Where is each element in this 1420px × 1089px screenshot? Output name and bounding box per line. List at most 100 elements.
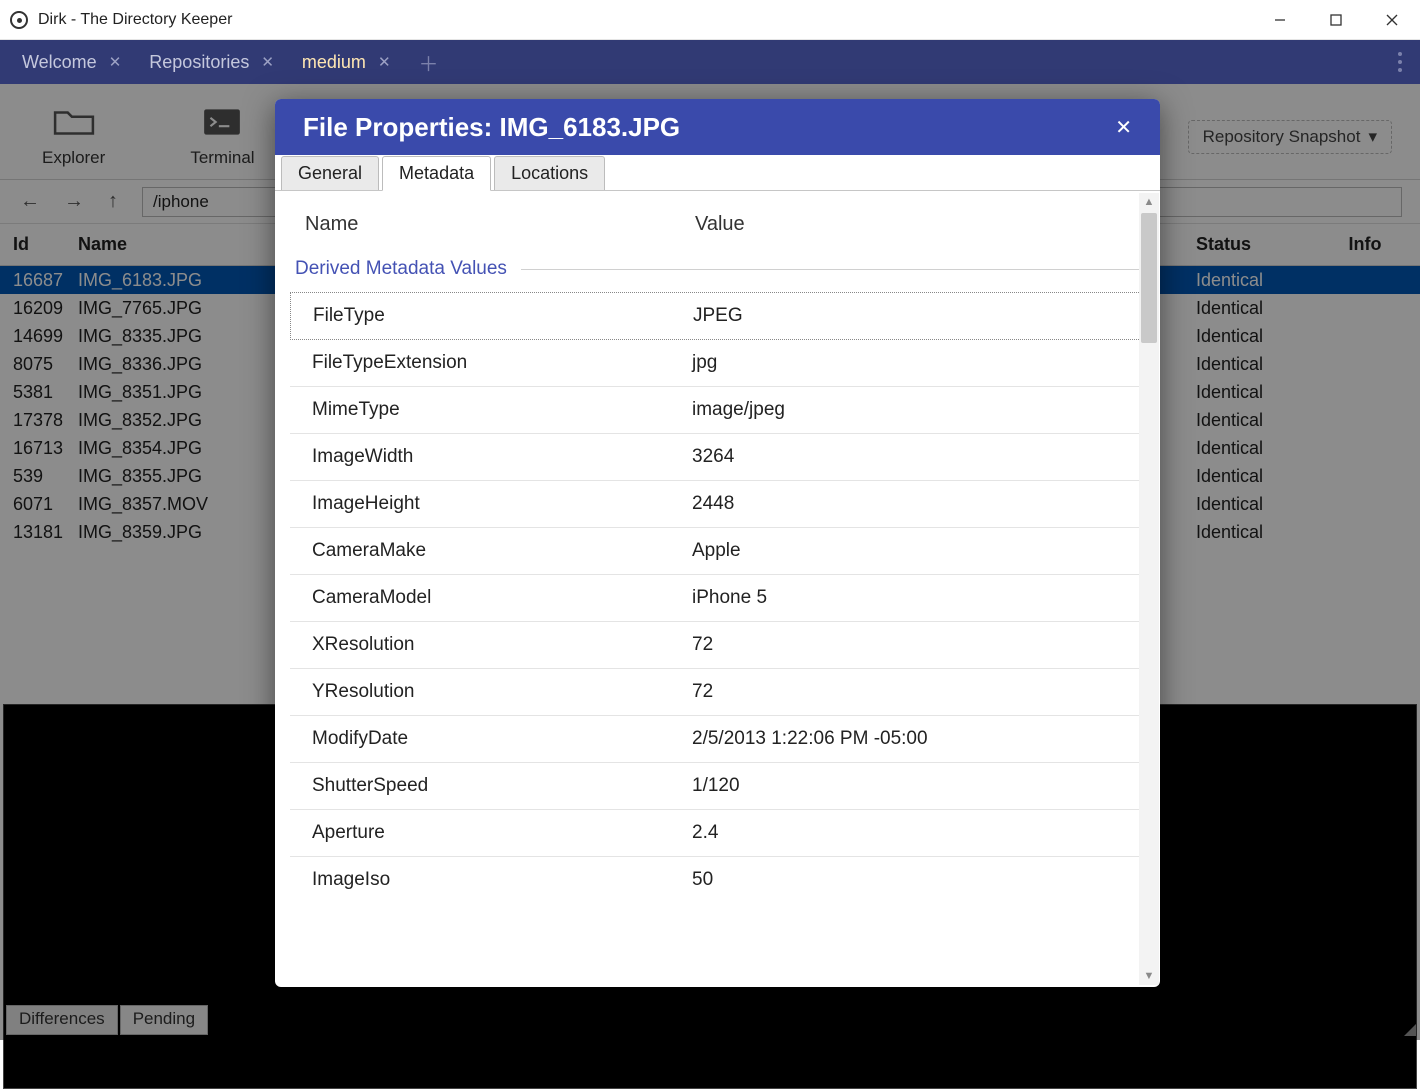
metadata-row[interactable]: CameraMakeApple — [290, 527, 1145, 574]
tab-welcome[interactable]: Welcome ✕ — [8, 40, 135, 84]
metadata-key: MimeType — [312, 399, 692, 421]
cell-id: 16209 — [0, 298, 78, 319]
nav-back-button[interactable]: ← — [20, 190, 40, 213]
metadata-value: 50 — [692, 869, 713, 891]
metadata-key: FileTypeExtension — [312, 352, 692, 374]
metadata-row-focused[interactable]: FileTypeJPEG — [290, 292, 1145, 340]
divider — [521, 269, 1140, 270]
scroll-thumb[interactable] — [1141, 213, 1157, 343]
resize-grip[interactable] — [1399, 1019, 1417, 1037]
metadata-row[interactable]: ImageIso50 — [290, 856, 1145, 903]
metadata-key: ModifyDate — [312, 728, 692, 750]
metadata-key: ShutterSpeed — [312, 775, 692, 797]
metadata-value: JPEG — [693, 305, 743, 327]
scroll-down-icon[interactable]: ▼ — [1139, 967, 1159, 985]
metadata-value: 2/5/2013 1:22:06 PM -05:00 — [692, 728, 928, 750]
explorer-label: Explorer — [42, 148, 105, 168]
cell-id: 17378 — [0, 410, 78, 431]
scroll-up-icon[interactable]: ▲ — [1139, 193, 1159, 211]
column-id[interactable]: Id — [0, 234, 78, 255]
metadata-row[interactable]: MimeTypeimage/jpeg — [290, 386, 1145, 433]
folder-icon — [53, 106, 95, 138]
snapshot-dropdown[interactable]: Repository Snapshot ▾ — [1188, 120, 1392, 154]
cell-status: Identical — [1190, 410, 1310, 431]
metadata-row[interactable]: YResolution72 — [290, 668, 1145, 715]
metadata-key: Aperture — [312, 822, 692, 844]
metadata-value: jpg — [692, 352, 717, 374]
dialog-scrollbar[interactable]: ▲ ▼ — [1139, 193, 1159, 985]
metadata-key: CameraModel — [312, 587, 692, 609]
nav-up-button[interactable]: ↑ — [108, 190, 118, 213]
tab-repositories[interactable]: Repositories ✕ — [135, 40, 288, 84]
metadata-list: FileTypeExtensionjpgMimeTypeimage/jpegIm… — [290, 340, 1145, 903]
metadata-row[interactable]: CameraModeliPhone 5 — [290, 574, 1145, 621]
minimize-button[interactable] — [1252, 0, 1308, 39]
dialog-title: File Properties: IMG_6183.JPG — [303, 112, 1115, 143]
snapshot-label: Repository Snapshot — [1203, 127, 1361, 147]
metadata-key: XResolution — [312, 634, 692, 656]
metadata-key: FileType — [313, 305, 693, 327]
cell-status: Identical — [1190, 438, 1310, 459]
cell-id: 16713 — [0, 438, 78, 459]
cell-status: Identical — [1190, 494, 1310, 515]
column-info[interactable]: Info — [1310, 234, 1420, 255]
titlebar: Dirk - The Directory Keeper — [0, 0, 1420, 40]
terminal-label: Terminal — [190, 148, 254, 168]
dialog-tab-metadata[interactable]: Metadata — [382, 156, 491, 191]
cell-id: 16687 — [0, 270, 78, 291]
cell-status: Identical — [1190, 522, 1310, 543]
metadata-row[interactable]: XResolution72 — [290, 621, 1145, 668]
tab-label: Repositories — [149, 52, 249, 73]
metadata-value: iPhone 5 — [692, 587, 767, 609]
cell-status: Identical — [1190, 298, 1310, 319]
terminal-button[interactable]: Terminal — [190, 106, 254, 168]
metadata-col-value: Value — [695, 213, 745, 236]
metadata-key: YResolution — [312, 681, 692, 703]
app-icon — [10, 11, 28, 29]
metadata-value: 2448 — [692, 493, 734, 515]
metadata-row[interactable]: Aperture2.4 — [290, 809, 1145, 856]
cell-id: 6071 — [0, 494, 78, 515]
cell-status: Identical — [1190, 326, 1310, 347]
nav-forward-button[interactable]: → — [64, 190, 84, 213]
metadata-section-title: Derived Metadata Values — [295, 258, 507, 280]
metadata-value: image/jpeg — [692, 399, 785, 421]
close-icon[interactable]: ✕ — [109, 53, 122, 71]
column-status[interactable]: Status — [1190, 234, 1310, 255]
tab-differences[interactable]: Differences — [6, 1005, 118, 1035]
cell-status: Identical — [1190, 466, 1310, 487]
cell-id: 5381 — [0, 382, 78, 403]
metadata-row[interactable]: ModifyDate2/5/2013 1:22:06 PM -05:00 — [290, 715, 1145, 762]
tab-overflow-menu[interactable] — [1380, 40, 1420, 84]
metadata-value: 2.4 — [692, 822, 718, 844]
cell-status: Identical — [1190, 354, 1310, 375]
tab-pending[interactable]: Pending — [120, 1005, 208, 1035]
metadata-row[interactable]: FileTypeJPEG — [291, 293, 1144, 339]
metadata-row[interactable]: ShutterSpeed1/120 — [290, 762, 1145, 809]
close-button[interactable] — [1364, 0, 1420, 39]
metadata-value: 72 — [692, 681, 713, 703]
tab-label: Welcome — [22, 52, 97, 73]
metadata-row[interactable]: ImageHeight2448 — [290, 480, 1145, 527]
dialog-close-button[interactable]: ✕ — [1115, 115, 1132, 140]
metadata-value: Apple — [692, 540, 741, 562]
close-icon[interactable]: ✕ — [378, 53, 391, 71]
metadata-key: ImageHeight — [312, 493, 692, 515]
maximize-button[interactable] — [1308, 0, 1364, 39]
cell-id: 13181 — [0, 522, 78, 543]
metadata-col-name: Name — [305, 213, 695, 236]
chevron-down-icon: ▾ — [1368, 127, 1377, 147]
metadata-row[interactable]: FileTypeExtensionjpg — [290, 340, 1145, 386]
metadata-value: 72 — [692, 634, 713, 656]
dialog-tab-locations[interactable]: Locations — [494, 156, 605, 190]
explorer-button[interactable]: Explorer — [42, 106, 105, 168]
document-tabs: Welcome ✕ Repositories ✕ medium ✕ ＋ — [0, 40, 1420, 84]
add-tab-button[interactable]: ＋ — [405, 40, 453, 84]
close-icon[interactable]: ✕ — [261, 53, 274, 71]
tab-medium[interactable]: medium ✕ — [288, 40, 405, 84]
tab-label: medium — [302, 52, 366, 73]
metadata-row[interactable]: ImageWidth3264 — [290, 433, 1145, 480]
dialog-tab-general[interactable]: General — [281, 156, 379, 190]
terminal-icon — [201, 106, 243, 138]
metadata-key: ImageWidth — [312, 446, 692, 468]
